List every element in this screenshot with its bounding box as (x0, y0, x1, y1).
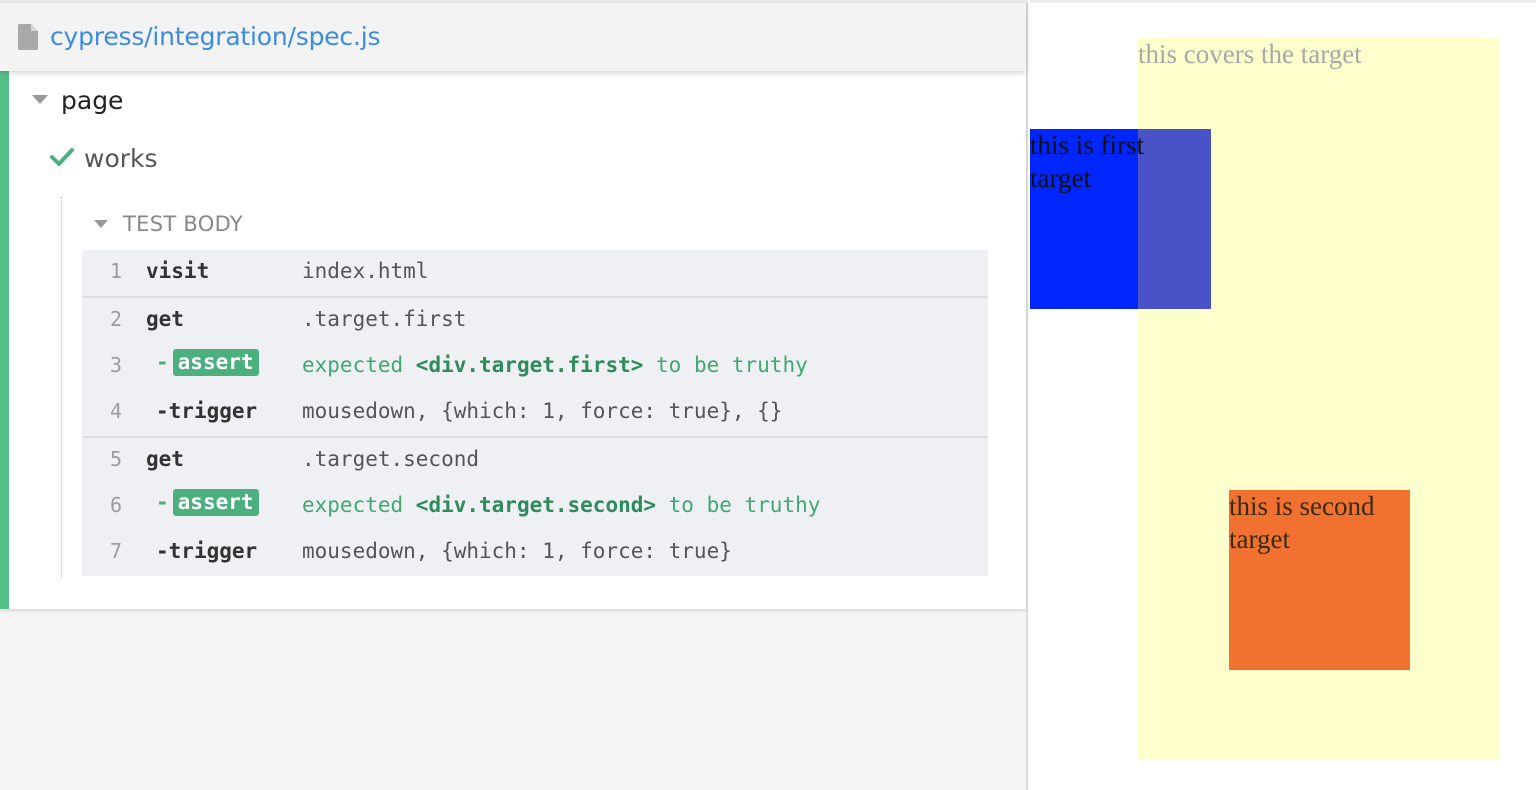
command-row[interactable]: 5 get .target.second (82, 436, 988, 484)
top-divider (1030, 0, 1536, 3)
caret-down-icon[interactable] (32, 95, 48, 104)
command-name: get (146, 307, 184, 331)
assert-message-post: to be truthy (656, 493, 821, 517)
test-title[interactable]: works (84, 144, 158, 173)
command-name: visit (146, 259, 210, 283)
command-message: expected <div.target.second> to be truth… (302, 493, 820, 517)
assert-message-post: to be truthy (643, 353, 808, 377)
command-message: mousedown, {which: 1, force: true}, {} (302, 399, 783, 423)
command-name-text: trigger (168, 539, 258, 563)
command-number: 4 (109, 399, 122, 423)
hook-title[interactable]: TEST BODY (123, 212, 243, 236)
child-dash: - (156, 350, 169, 374)
command-name: - assert (156, 489, 259, 516)
command-number: 5 (109, 447, 122, 471)
command-name: - assert (156, 349, 259, 376)
assert-subject: <div.target.second> (415, 493, 657, 517)
command-number: 3 (109, 353, 122, 377)
spec-header[interactable]: cypress/integration/spec.js (0, 3, 1026, 71)
command-list: 1 visit index.html 2 get .target.first 3… (82, 250, 988, 576)
command-message: .target.second (302, 447, 480, 471)
command-number: 1 (109, 259, 122, 283)
command-row[interactable]: 3 - assert expected <div.target.first> to… (82, 344, 988, 390)
command-name: -trigger (156, 539, 257, 563)
assert-message-pre: expected (302, 353, 416, 377)
command-log-panel: cypress/integration/spec.js page works T… (0, 0, 1028, 790)
app-preview: this covers the target this is first tar… (1030, 0, 1536, 790)
command-message: mousedown, {which: 1, force: true} (302, 539, 732, 563)
command-row[interactable]: 6 - assert expected <div.target.second> t… (82, 484, 988, 530)
command-number: 7 (109, 539, 122, 563)
first-target-text: this is first target (1030, 130, 1145, 193)
command-number: 2 (109, 307, 122, 331)
cover-text: this covers the target (1138, 39, 1362, 69)
command-row[interactable]: 7 -trigger mousedown, {which: 1, force: … (82, 530, 988, 576)
assert-message-pre: expected (302, 493, 416, 517)
command-message: .target.first (302, 307, 467, 331)
child-dash: - (156, 539, 169, 563)
command-name: -trigger (156, 399, 257, 423)
check-icon (50, 148, 74, 166)
command-name-text: trigger (168, 399, 258, 423)
command-message: expected <div.target.first> to be truthy (302, 353, 808, 377)
caret-down-icon[interactable] (94, 220, 108, 228)
command-message: index.html (302, 259, 429, 283)
child-dash: - (156, 490, 169, 514)
spec-file-link[interactable]: cypress/integration/spec.js (50, 22, 380, 51)
command-row[interactable]: 1 visit index.html (82, 250, 988, 296)
suite-title[interactable]: page (61, 86, 123, 115)
command-name: get (146, 447, 184, 471)
child-dash: - (156, 399, 169, 423)
command-row[interactable]: 2 get .target.first (82, 296, 988, 344)
command-number: 6 (109, 493, 122, 517)
second-target-text: this is second target (1229, 491, 1375, 554)
assert-subject: <div.target.first> (415, 353, 644, 377)
command-row[interactable]: 4 -trigger mousedown, {which: 1, force: … (82, 390, 988, 436)
assert-badge: assert (172, 489, 259, 516)
assert-badge: assert (172, 349, 259, 376)
file-icon (18, 24, 38, 50)
